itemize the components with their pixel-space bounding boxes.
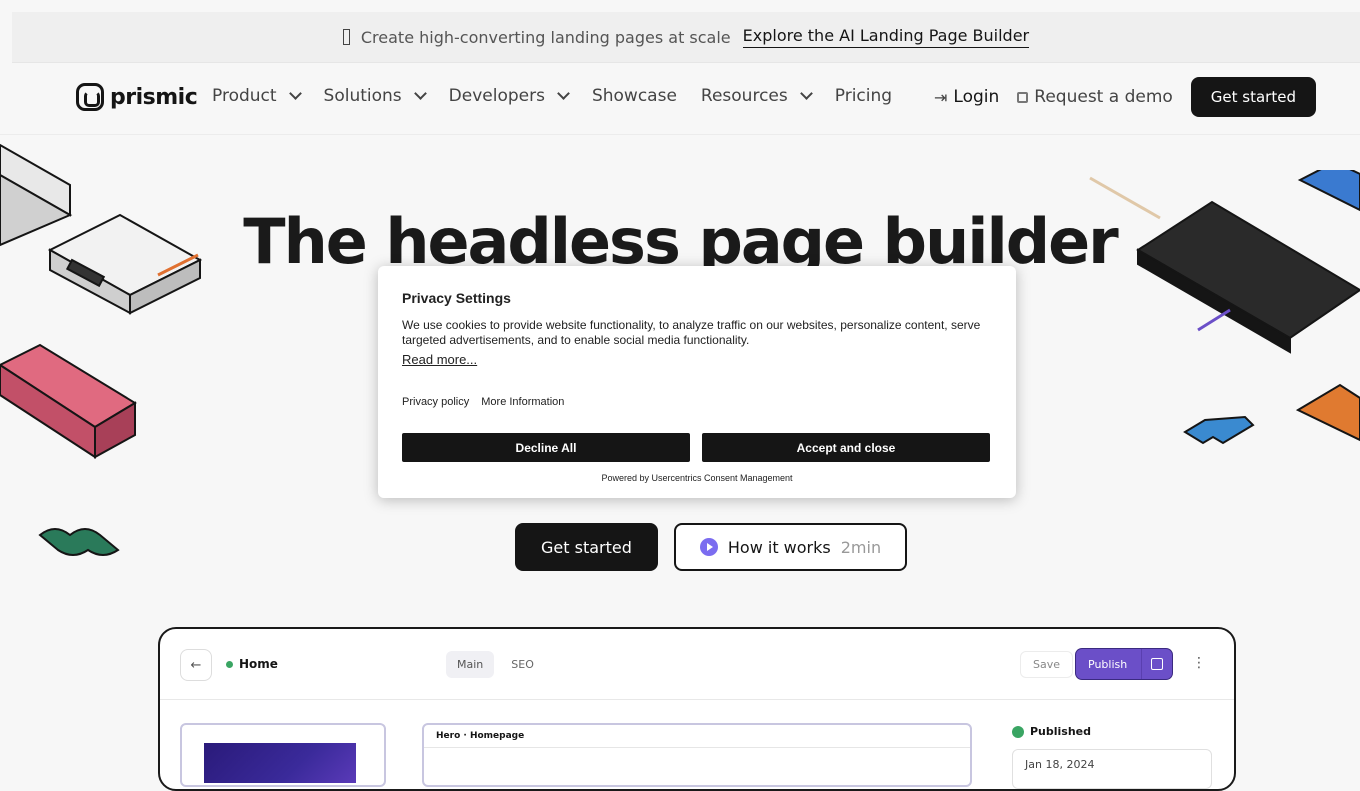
app-preview: ← Home Main SEO Save Publish ⋮ Hero · Ho… (158, 627, 1236, 791)
cookie-consent-dialog: Privacy Settings We use cookies to provi… (378, 266, 1016, 498)
more-information-link[interactable]: More Information (481, 396, 564, 408)
nav-item-developers[interactable]: Developers (448, 86, 570, 106)
left-illustration (0, 143, 203, 556)
page-name: Home (226, 657, 278, 671)
back-arrow-icon[interactable]: ← (180, 649, 212, 681)
chevron-down-icon (413, 87, 427, 100)
more-options-icon[interactable]: ⋮ (1192, 655, 1206, 671)
dialog-links: Privacy policy More Information (402, 396, 564, 408)
nav-item-resources[interactable]: Resources (700, 86, 813, 106)
calendar-icon (1017, 91, 1029, 103)
page-name-label: Home (239, 657, 278, 671)
dialog-description: We use cookies to provide website functi… (402, 318, 981, 347)
login-link[interactable]: ⇥ Login (934, 87, 999, 107)
get-started-button[interactable]: Get started (1190, 77, 1316, 117)
login-icon: ⇥ (934, 87, 948, 107)
powered-by-text: Powered by Usercentrics Consent Manageme… (601, 473, 793, 483)
read-more-link[interactable]: Read more... (402, 352, 477, 367)
editor-tabs: Main SEO (446, 651, 545, 678)
top-nav: prismic Product Solutions Developers Sho… (0, 62, 1360, 135)
play-icon (699, 538, 718, 556)
logo[interactable]: prismic (76, 83, 198, 111)
status-dot-icon (226, 660, 233, 668)
nav-item-label: Developers (448, 86, 545, 106)
nav-item-label: Solutions (323, 86, 402, 106)
chevron-down-icon (288, 87, 302, 100)
publish-date-field[interactable]: Jan 18, 2024 (1012, 749, 1212, 789)
nav-item-solutions[interactable]: Solutions (323, 86, 427, 106)
nav-item-pricing[interactable]: Pricing (835, 86, 892, 106)
publish-button[interactable]: Publish (1076, 649, 1172, 679)
decline-all-button[interactable]: Decline All (402, 433, 690, 462)
slice-thumbnail[interactable] (180, 723, 386, 787)
demo-label: Request a demo (1034, 87, 1173, 107)
login-label: Login (953, 87, 1000, 107)
app-toolbar: ← Home Main SEO Save Publish ⋮ (160, 629, 1234, 700)
announcement-text: Create high-converting landing pages at … (360, 27, 731, 47)
duration-label: 2min (840, 537, 882, 557)
slice-card-title: Hero · Homepage (424, 725, 970, 748)
save-button[interactable]: Save (1020, 651, 1074, 678)
logo-text: prismic (110, 84, 198, 110)
nav-item-label: Pricing (834, 86, 893, 106)
missing-glyph-icon (342, 29, 350, 45)
tab-main[interactable]: Main (446, 651, 495, 678)
calendar-icon (1151, 658, 1163, 670)
hero-buttons: Get started How it works 2min (515, 523, 908, 571)
announcement-link[interactable]: Explore the AI Landing Page Builder (742, 26, 1030, 48)
schedule-button[interactable] (1141, 649, 1172, 679)
slice-card[interactable]: Hero · Homepage (422, 723, 972, 787)
status-label: Published (1030, 725, 1092, 738)
globe-icon (1012, 725, 1024, 738)
prismic-logo-icon (76, 83, 104, 111)
nav-menu: Product Solutions Developers Showcase Re… (212, 86, 892, 106)
publish-label: Publish (1088, 657, 1128, 671)
announcement-bar: Create high-converting landing pages at … (12, 12, 1360, 63)
hero-get-started-button[interactable]: Get started (515, 523, 658, 571)
tab-seo[interactable]: SEO (500, 651, 545, 678)
nav-item-label: Showcase (591, 86, 677, 106)
dialog-title: Privacy Settings (402, 290, 511, 306)
how-it-works-button[interactable]: How it works 2min (673, 523, 908, 571)
nav-item-label: Resources (700, 86, 788, 106)
nav-actions: ⇥ Login Request a demo Get started (934, 77, 1316, 117)
request-demo-link[interactable]: Request a demo (1017, 87, 1173, 107)
chevron-down-icon (799, 87, 813, 100)
chevron-down-icon (557, 87, 570, 100)
privacy-policy-link[interactable]: Privacy policy (402, 396, 469, 408)
nav-item-product[interactable]: Product (212, 86, 302, 106)
accept-and-close-button[interactable]: Accept and close (702, 433, 990, 462)
thumbnail-image (204, 743, 356, 783)
nav-item-label: Product (212, 86, 277, 106)
how-it-works-label: How it works (727, 537, 831, 557)
nav-item-showcase[interactable]: Showcase (592, 86, 677, 106)
publish-status: Published (1012, 725, 1091, 738)
